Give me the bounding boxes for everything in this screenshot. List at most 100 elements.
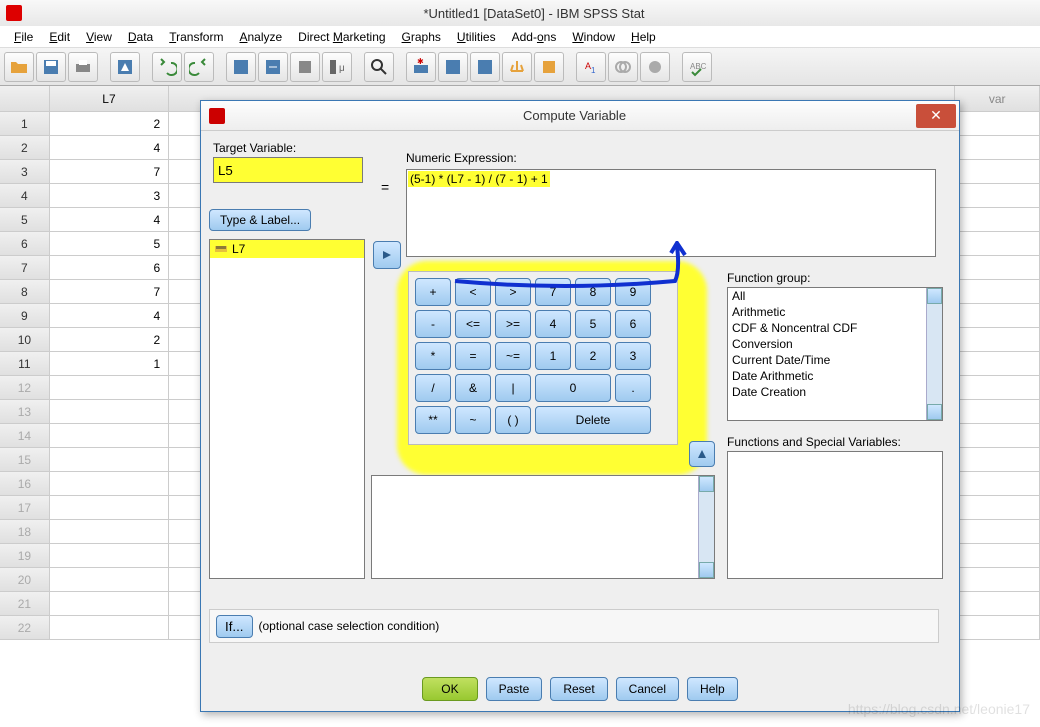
variable-item-l7[interactable]: L7 — [210, 240, 364, 258]
row-header[interactable]: 3 — [0, 160, 50, 184]
insert-case-icon[interactable]: ✱ — [406, 52, 436, 82]
dialog-titlebar[interactable]: Compute Variable ✕ — [201, 101, 959, 131]
calc-minus[interactable]: - — [415, 310, 451, 338]
function-group-list[interactable]: AllArithmeticCDF & Noncentral CDFConvers… — [727, 287, 943, 421]
calc-pow[interactable]: ** — [415, 406, 451, 434]
functions-special-list[interactable] — [727, 451, 943, 579]
function-group-item[interactable]: All — [728, 288, 942, 304]
data-cell[interactable] — [50, 472, 169, 496]
menu-help[interactable]: Help — [623, 28, 664, 46]
col-header-l7[interactable]: L7 — [50, 86, 169, 112]
row-header[interactable]: 16 — [0, 472, 50, 496]
select-cases-icon[interactable] — [534, 52, 564, 82]
row-header[interactable]: 17 — [0, 496, 50, 520]
data-cell[interactable] — [955, 592, 1040, 616]
calc-8[interactable]: 8 — [575, 278, 611, 306]
menu-graphs[interactable]: Graphs — [394, 28, 449, 46]
type-and-label-button[interactable]: Type & Label... — [209, 209, 311, 231]
numeric-expression-input[interactable] — [406, 169, 936, 257]
data-cell[interactable]: 7 — [50, 280, 169, 304]
data-cell[interactable] — [955, 328, 1040, 352]
function-group-item[interactable]: Date Creation — [728, 384, 942, 400]
move-right-button[interactable] — [373, 241, 401, 269]
data-cell[interactable] — [955, 472, 1040, 496]
function-group-scrollbar[interactable] — [926, 288, 942, 420]
weight-icon[interactable] — [502, 52, 532, 82]
data-cell[interactable] — [50, 592, 169, 616]
data-cell[interactable] — [955, 568, 1040, 592]
menu-data[interactable]: Data — [120, 28, 161, 46]
function-group-item[interactable]: CDF & Noncentral CDF — [728, 320, 942, 336]
if-button[interactable]: If... — [216, 615, 253, 638]
data-cell[interactable] — [955, 256, 1040, 280]
reset-button[interactable]: Reset — [550, 677, 607, 701]
row-header[interactable]: 9 — [0, 304, 50, 328]
paste-button[interactable]: Paste — [486, 677, 543, 701]
data-cell[interactable]: 4 — [50, 208, 169, 232]
calc-0[interactable]: 0 — [535, 374, 611, 402]
menu-transform[interactable]: Transform — [161, 28, 231, 46]
row-header[interactable]: 14 — [0, 424, 50, 448]
calc-not[interactable]: ~ — [455, 406, 491, 434]
data-cell[interactable]: 7 — [50, 160, 169, 184]
description-scrollbar[interactable] — [698, 476, 714, 578]
goto-case-icon[interactable] — [226, 52, 256, 82]
data-cell[interactable]: 3 — [50, 184, 169, 208]
menu-view[interactable]: View — [78, 28, 120, 46]
data-cell[interactable] — [50, 376, 169, 400]
row-header[interactable]: 19 — [0, 544, 50, 568]
calc-3[interactable]: 3 — [615, 342, 651, 370]
variable-list[interactable]: L7 — [209, 239, 365, 579]
redo-icon[interactable] — [184, 52, 214, 82]
calc-1[interactable]: 1 — [535, 342, 571, 370]
data-cell[interactable] — [955, 496, 1040, 520]
data-cell[interactable]: 2 — [50, 328, 169, 352]
print-icon[interactable] — [68, 52, 98, 82]
show-all-icon[interactable] — [640, 52, 670, 82]
data-cell[interactable] — [50, 568, 169, 592]
open-icon[interactable] — [4, 52, 34, 82]
calc-or[interactable]: | — [495, 374, 531, 402]
find-icon[interactable] — [364, 52, 394, 82]
calc-ge[interactable]: >= — [495, 310, 531, 338]
col-header-var[interactable]: var — [955, 86, 1040, 112]
row-header[interactable]: 1 — [0, 112, 50, 136]
calc-paren[interactable]: ( ) — [495, 406, 531, 434]
data-cell[interactable] — [955, 160, 1040, 184]
undo-icon[interactable] — [152, 52, 182, 82]
menu-edit[interactable]: Edit — [41, 28, 78, 46]
calc-7[interactable]: 7 — [535, 278, 571, 306]
row-header[interactable]: 22 — [0, 616, 50, 640]
function-group-item[interactable]: Arithmetic — [728, 304, 942, 320]
calc-2[interactable]: 2 — [575, 342, 611, 370]
menu-window[interactable]: Window — [564, 28, 623, 46]
variables-icon[interactable] — [290, 52, 320, 82]
close-icon[interactable]: ✕ — [916, 104, 956, 128]
data-cell[interactable]: 1 — [50, 352, 169, 376]
menu-file[interactable]: File — [6, 28, 41, 46]
data-cell[interactable] — [50, 424, 169, 448]
row-header[interactable]: 10 — [0, 328, 50, 352]
insert-function-button[interactable] — [689, 441, 715, 467]
calc-5[interactable]: 5 — [575, 310, 611, 338]
calc-eq[interactable]: = — [455, 342, 491, 370]
spellcheck-icon[interactable]: ABC — [682, 52, 712, 82]
help-button[interactable]: Help — [687, 677, 738, 701]
data-cell[interactable] — [50, 448, 169, 472]
calc-plus[interactable]: + — [415, 278, 451, 306]
calc-gt[interactable]: > — [495, 278, 531, 306]
data-cell[interactable]: 2 — [50, 112, 169, 136]
row-header[interactable]: 5 — [0, 208, 50, 232]
data-cell[interactable] — [955, 544, 1040, 568]
cancel-button[interactable]: Cancel — [616, 677, 679, 701]
data-cell[interactable] — [955, 448, 1040, 472]
data-cell[interactable] — [955, 424, 1040, 448]
row-header[interactable]: 20 — [0, 568, 50, 592]
data-cell[interactable] — [955, 400, 1040, 424]
ok-button[interactable]: OK — [422, 677, 477, 701]
data-cell[interactable] — [955, 280, 1040, 304]
function-group-item[interactable]: Date Arithmetic — [728, 368, 942, 384]
data-cell[interactable] — [955, 520, 1040, 544]
data-cell[interactable]: 4 — [50, 304, 169, 328]
data-cell[interactable] — [955, 208, 1040, 232]
